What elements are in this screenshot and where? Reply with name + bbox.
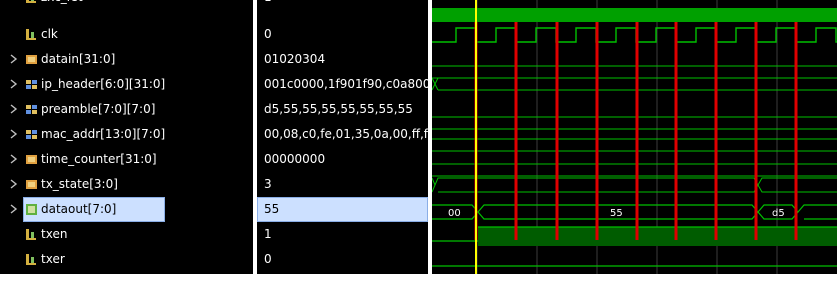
signal-row-mac-addr-13-0-7-0[interactable]: mac_addr[13:0][7:0] [0,122,253,147]
chevron-right-icon[interactable] [9,153,19,165]
bus-icon [25,203,38,216]
signal-value: 55 [264,202,280,216]
chevron-right-icon[interactable] [9,78,19,90]
bus-icon [25,153,38,166]
chevron-right-icon[interactable] [9,53,19,65]
signal-row-datain-31-0[interactable]: datain[31:0] [0,47,253,72]
wave-tx-state [432,177,837,193]
signal-row-clk[interactable]: clk [0,22,253,47]
signal-row-ip-header-6-0-31-0[interactable]: ip_header[6:0][31:0] [0,72,253,97]
bit-icon [25,228,38,241]
signal-name: preamble[7:0][7:0] [41,102,156,116]
signal-value: 0 [264,252,272,266]
wave-txen-high [478,227,837,246]
signal-value-row[interactable]: 01020304 [257,47,428,72]
signal-name: txen [41,227,68,241]
wave-label-55: 55 [610,208,623,219]
signal-row-txer[interactable]: txer [0,247,253,272]
array-icon [25,103,38,116]
waveform-pane[interactable]: 00 55 d5 [432,0,837,274]
signal-row-preamble-7-0-7-0[interactable]: preamble[7:0][7:0] [0,97,253,122]
signal-value-row[interactable]: 0 [257,22,428,47]
signal-row-dataout-7-0[interactable]: dataout[7:0] [0,197,253,222]
bus-icon [25,53,38,66]
waveform-canvas[interactable]: 00 55 d5 [432,0,837,274]
signal-names-pane: zxc_rstclk datain[31:0] ip_header[6:0][31:… [0,0,253,274]
wave-rst [432,8,837,22]
chevron-right-icon[interactable] [9,178,19,190]
signal-value-row[interactable]: 001c0000,1f901f90,c0a80003 [257,72,428,97]
signal-value-row[interactable]: d5,55,55,55,55,55,55,55 [257,97,428,122]
signal-value: 001c0000,1f901f90,c0a80003 [264,77,428,91]
signal-value: 0 [264,27,272,41]
signal-value: 00,08,c0,fe,01,35,0a,00,ff,ff,ff,ff [264,127,428,141]
signal-value: 3 [264,177,272,191]
wave-label-d5: d5 [772,208,785,219]
chevron-right-icon[interactable] [9,103,19,115]
signal-value: 00000000 [264,152,326,166]
chevron-right-icon[interactable] [9,203,19,215]
array-icon [25,128,38,141]
wave-label-00: 00 [448,208,461,219]
signal-name: clk [41,27,58,41]
signal-row-txen[interactable]: txen [0,222,253,247]
signal-name: tx_state[3:0] [41,177,118,191]
signal-value: 1 [264,227,272,241]
bus-icon [25,178,38,191]
signal-row-tx-state-3-0[interactable]: tx_state[3:0] [0,172,253,197]
signal-name: datain[31:0] [41,52,116,66]
bit-icon [25,0,38,4]
signal-row-zxc-rst[interactable]: zxc_rst [0,0,253,10]
wave-clk [432,27,837,43]
signal-value-row[interactable]: 0 [257,247,428,272]
signal-name: zxc_rst [41,0,83,4]
signal-value-row[interactable]: 1 [257,0,428,10]
signal-name: mac_addr[13:0][7:0] [41,127,166,141]
signal-row-time-counter-31-0[interactable]: time_counter[31:0] [0,147,253,172]
bit-icon [25,253,38,266]
wave-ip-transition [432,77,436,91]
signal-value-row[interactable]: 3 [257,172,428,197]
signal-value-row[interactable]: 00,08,c0,fe,01,35,0a,00,ff,ff,ff,ff [257,122,428,147]
signal-name: time_counter[31:0] [41,152,157,166]
signal-value-row[interactable]: 00000000 [257,147,428,172]
signal-value: d5,55,55,55,55,55,55,55 [264,102,413,116]
signal-name: txer [41,252,65,266]
signal-value: 1 [264,0,272,4]
bit-icon [25,28,38,41]
signal-value-row[interactable]: 1 [257,222,428,247]
waveform-viewer: zxc_rstclk datain[31:0] ip_header[6:0][31:… [0,0,837,284]
wave-dataout-seg3 [797,204,837,220]
chevron-right-icon[interactable] [9,128,19,140]
signal-name: ip_header[6:0][31:0] [41,77,166,91]
signal-values-pane: 1 0 01020304 001c0000,1f901f90,c0a80003 d5,5… [257,0,428,274]
signal-value-row[interactable]: 55 [257,197,428,222]
array-icon [25,78,38,91]
bottom-strip [0,274,837,284]
signal-name: dataout[7:0] [41,202,117,216]
signal-value: 01020304 [264,52,326,66]
